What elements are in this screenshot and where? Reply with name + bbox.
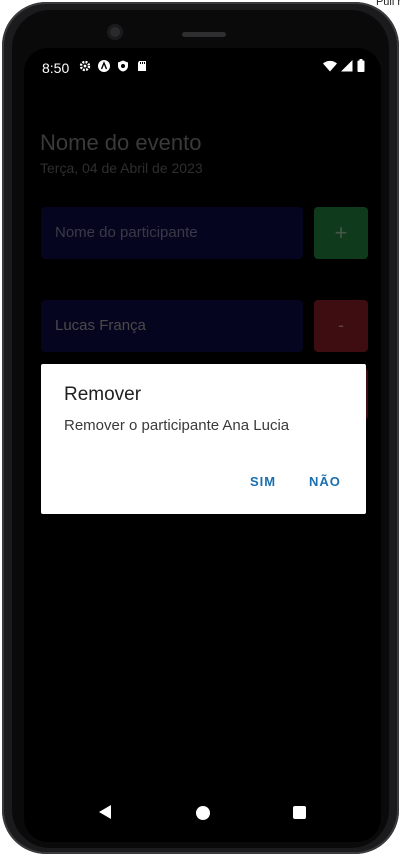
earpiece-speaker bbox=[182, 32, 226, 37]
navigation-bar bbox=[24, 786, 381, 842]
dialog-title: Remover bbox=[64, 384, 142, 405]
cancel-button[interactable]: NÃO bbox=[309, 474, 341, 489]
phone-frame: 8:50 Nome do evento Terça, 04 de Abril d… bbox=[2, 2, 399, 854]
dialog-message: Remover o participante Ana Lucia bbox=[64, 417, 290, 434]
recents-icon[interactable] bbox=[293, 806, 306, 819]
confirm-button[interactable]: SIM bbox=[250, 474, 276, 489]
back-icon[interactable] bbox=[98, 804, 112, 825]
remove-dialog: Remover Remover o participante Ana Lucia… bbox=[41, 364, 366, 514]
background-window-text: Pull r bbox=[375, 0, 401, 8]
device-screen: 8:50 Nome do evento Terça, 04 de Abril d… bbox=[24, 48, 381, 842]
home-icon[interactable] bbox=[196, 806, 210, 820]
front-camera bbox=[107, 24, 123, 40]
